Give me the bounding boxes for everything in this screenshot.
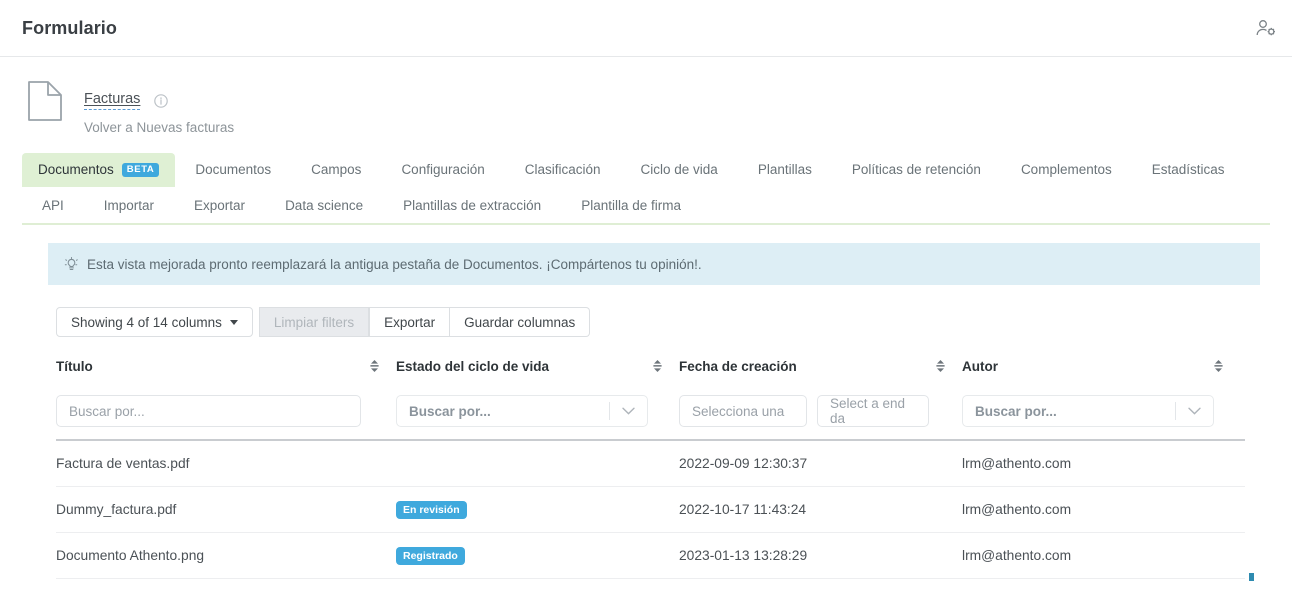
info-banner: Esta vista mejorada pronto reemplazará l… bbox=[48, 243, 1260, 285]
user-gear-icon[interactable] bbox=[1252, 14, 1280, 42]
tab-documentos[interactable]: Documentos bbox=[175, 153, 291, 187]
chevron-down-icon[interactable] bbox=[1176, 407, 1213, 415]
tab-label: Documentos bbox=[38, 162, 114, 178]
tabs-container: Documentos BETA Documentos Campos Config… bbox=[22, 153, 1270, 225]
export-button[interactable]: Exportar bbox=[369, 307, 450, 337]
column-label-estado: Estado del ciclo de vida bbox=[396, 359, 549, 374]
tab-exportar[interactable]: Exportar bbox=[174, 189, 265, 223]
tab-plantillas[interactable]: Plantillas bbox=[738, 153, 832, 187]
filter-select-autor[interactable]: Buscar por... bbox=[962, 395, 1214, 427]
table-row[interactable]: Documento Athento.png Registrado 2023-01… bbox=[56, 533, 1245, 579]
tab-api[interactable]: API bbox=[22, 189, 84, 223]
tab-plantillas-de-extraccion[interactable]: Plantillas de extracción bbox=[383, 189, 561, 223]
scroll-marker bbox=[1249, 573, 1254, 581]
sort-icon-fecha[interactable] bbox=[935, 359, 946, 373]
cell-autor: lrm@athento.com bbox=[962, 502, 1240, 517]
status-badge: Registrado bbox=[396, 547, 465, 565]
tab-clasificacion[interactable]: Clasificación bbox=[505, 153, 621, 187]
document-title-row: Facturas bbox=[84, 91, 234, 110]
document-title-link[interactable]: Facturas bbox=[84, 91, 140, 110]
cell-fecha: 2022-10-17 11:43:24 bbox=[679, 502, 962, 517]
sort-icon-titulo[interactable] bbox=[369, 359, 380, 373]
save-columns-button[interactable]: Guardar columnas bbox=[450, 307, 590, 337]
tab-complementos[interactable]: Complementos bbox=[1001, 153, 1132, 187]
filter-select-estado[interactable]: Buscar por... bbox=[396, 395, 648, 427]
cell-autor: lrm@athento.com bbox=[962, 456, 1240, 471]
columns-dropdown-label: Showing 4 of 14 columns bbox=[71, 315, 222, 330]
lightbulb-icon bbox=[64, 257, 79, 272]
cell-titulo: Dummy_factura.pdf bbox=[56, 502, 396, 517]
table-toolbar: Showing 4 of 14 columns Limpiar filters … bbox=[56, 307, 1292, 337]
tab-configuracion[interactable]: Configuración bbox=[381, 153, 504, 187]
status-badge: En revisión bbox=[396, 501, 467, 519]
cell-autor: lrm@athento.com bbox=[962, 548, 1240, 563]
tabs-row-secondary: API Importar Exportar Data science Plant… bbox=[22, 189, 1270, 223]
column-label-titulo: Título bbox=[56, 359, 93, 374]
chevron-down-icon bbox=[230, 320, 238, 325]
table-row[interactable]: Factura de ventas.pdf 2022-09-09 12:30:3… bbox=[56, 441, 1245, 487]
column-header-titulo: Título Buscar por... bbox=[56, 353, 396, 427]
sort-icon-estado[interactable] bbox=[652, 359, 663, 373]
column-label-fecha: Fecha de creación bbox=[679, 359, 797, 374]
tab-estadisticas[interactable]: Estadísticas bbox=[1132, 153, 1245, 187]
document-meta: Facturas Volver a Nuevas facturas bbox=[84, 79, 234, 135]
cell-titulo: Factura de ventas.pdf bbox=[56, 456, 396, 471]
filter-date-end[interactable]: Select a end da bbox=[817, 395, 929, 427]
tab-importar[interactable]: Importar bbox=[84, 189, 174, 223]
document-icon bbox=[26, 79, 64, 123]
table-body: Factura de ventas.pdf 2022-09-09 12:30:3… bbox=[56, 439, 1245, 579]
beta-badge: BETA bbox=[122, 163, 160, 177]
tab-politicas-de-retencion[interactable]: Políticas de retención bbox=[832, 153, 1001, 187]
column-header-fecha: Fecha de creación Selecciona una Select … bbox=[679, 353, 962, 427]
document-subtitle[interactable]: Volver a Nuevas facturas bbox=[84, 120, 234, 135]
filter-date-start[interactable]: Selecciona una bbox=[679, 395, 807, 427]
filter-input-titulo[interactable]: Buscar por... bbox=[56, 395, 361, 427]
info-circle-icon[interactable] bbox=[154, 94, 168, 108]
table-row[interactable]: Dummy_factura.pdf En revisión 2022-10-17… bbox=[56, 487, 1245, 533]
top-bar: Formulario bbox=[0, 0, 1292, 57]
documents-table: Título Buscar por... Estado del ciclo de… bbox=[56, 353, 1245, 579]
filter-select-autor-placeholder: Buscar por... bbox=[963, 404, 1057, 419]
sort-icon-autor[interactable] bbox=[1213, 359, 1224, 373]
tab-plantilla-de-firma[interactable]: Plantilla de firma bbox=[561, 189, 701, 223]
tab-ciclo-de-vida[interactable]: Ciclo de vida bbox=[621, 153, 738, 187]
filter-select-estado-placeholder: Buscar por... bbox=[397, 404, 491, 419]
column-header-estado: Estado del ciclo de vida Buscar por... bbox=[396, 353, 679, 427]
cell-estado: En revisión bbox=[396, 501, 679, 519]
column-label-autor: Autor bbox=[962, 359, 998, 374]
chevron-down-icon[interactable] bbox=[610, 407, 647, 415]
columns-dropdown-button[interactable]: Showing 4 of 14 columns bbox=[56, 307, 253, 337]
column-header-autor: Autor Buscar por... bbox=[962, 353, 1240, 427]
document-header: Facturas Volver a Nuevas facturas bbox=[0, 57, 1292, 135]
cell-titulo: Documento Athento.png bbox=[56, 548, 396, 563]
cell-fecha: 2023-01-13 13:28:29 bbox=[679, 548, 962, 563]
cell-estado: Registrado bbox=[396, 547, 679, 565]
tabs-row-primary: Documentos BETA Documentos Campos Config… bbox=[22, 153, 1270, 187]
info-banner-text: Esta vista mejorada pronto reemplazará l… bbox=[87, 257, 702, 272]
tab-campos[interactable]: Campos bbox=[291, 153, 381, 187]
clear-filters-button[interactable]: Limpiar filters bbox=[259, 307, 369, 337]
cell-fecha: 2022-09-09 12:30:37 bbox=[679, 456, 962, 471]
tab-data-science[interactable]: Data science bbox=[265, 189, 383, 223]
page-title: Formulario bbox=[22, 18, 117, 39]
table-header: Título Buscar por... Estado del ciclo de… bbox=[56, 353, 1245, 427]
tab-documentos-beta[interactable]: Documentos BETA bbox=[22, 153, 175, 187]
